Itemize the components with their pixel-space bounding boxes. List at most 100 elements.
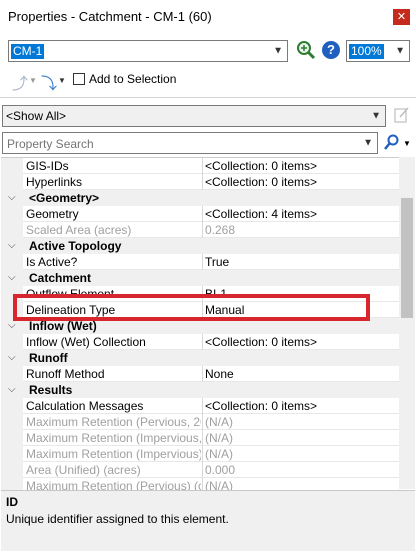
element-selector-value: CM-1 (11, 44, 45, 59)
column-divider (202, 158, 203, 174)
property-row[interactable]: Scaled Area (acres) 0.268 (1, 222, 399, 238)
description-title: ID (6, 495, 18, 509)
row-gutter (1, 430, 23, 446)
row-gutter (1, 478, 23, 490)
property-value[interactable]: (N/A) (205, 478, 399, 490)
column-divider (202, 334, 203, 350)
property-row[interactable]: Runoff Method None (1, 366, 399, 382)
property-row[interactable]: Maximum Retention (Impervious, 2 (N/A) (1, 430, 399, 446)
column-divider (202, 254, 203, 270)
collapse-icon[interactable]: ⌵ (8, 190, 16, 206)
row-gutter (1, 334, 23, 350)
collapse-icon[interactable]: ⌵ (8, 238, 16, 254)
property-row[interactable]: Maximum Retention (Impervious) ((N/A) (1, 446, 399, 462)
element-selector[interactable]: CM-1 ▼ (8, 40, 288, 62)
property-value[interactable]: None (205, 366, 399, 382)
column-divider (202, 206, 203, 222)
property-row[interactable]: GIS-IDs <Collection: 0 items> (1, 158, 399, 174)
property-name: GIS-IDs (26, 159, 69, 173)
collapse-icon[interactable]: ⌵ (8, 382, 16, 398)
highlight-box (13, 294, 370, 321)
edit-icon (394, 106, 410, 124)
property-value[interactable]: 0.000 (205, 462, 399, 478)
row-gutter (1, 414, 23, 430)
divider (0, 97, 416, 98)
chevron-down-icon[interactable]: ▼ (29, 76, 37, 85)
column-divider (202, 222, 203, 238)
navigate-down-icon[interactable]: ⤵ (41, 70, 57, 94)
row-gutter (1, 222, 23, 238)
zoom-to-icon[interactable] (296, 40, 316, 60)
property-row[interactable]: Maximum Retention (Pervious, 20 p (N/A) (1, 414, 399, 430)
chevron-down-icon: ▼ (363, 137, 373, 149)
row-gutter (1, 446, 23, 462)
property-value[interactable]: (N/A) (205, 430, 399, 446)
zoom-select[interactable]: 100% ▼ (346, 40, 410, 62)
chevron-down-icon[interactable]: ▼ (58, 76, 66, 85)
category-row[interactable]: ⌵ Catchment (1, 270, 399, 286)
scrollbar-thumb[interactable] (401, 198, 413, 318)
property-search-input[interactable] (5, 135, 359, 153)
row-gutter (1, 158, 23, 174)
property-row[interactable]: Inflow (Wet) Collection <Collection: 0 it… (1, 334, 399, 350)
add-to-selection-label: Add to Selection (89, 72, 177, 86)
chevron-down-icon: ▼ (273, 45, 283, 57)
column-divider (202, 446, 203, 462)
property-value[interactable]: <Collection: 0 items> (205, 334, 399, 350)
chevron-down-icon: ▼ (395, 45, 405, 57)
property-value[interactable]: <Collection: 0 items> (205, 174, 399, 190)
column-divider (202, 366, 203, 382)
property-value[interactable]: True (205, 254, 399, 270)
property-value[interactable]: <Collection: 0 items> (205, 398, 399, 414)
property-name: Hyperlinks (26, 175, 83, 189)
property-name: Area (Unified) (acres) (26, 463, 141, 477)
collapse-icon[interactable]: ⌵ (8, 350, 16, 366)
description-text: Unique identifier assigned to this eleme… (6, 512, 229, 526)
category-label: Catchment (29, 271, 92, 285)
property-name: Maximum Retention (Pervious, 20 p (26, 415, 201, 429)
property-row[interactable]: Calculation Messages <Collection: 0 items… (1, 398, 399, 414)
property-value[interactable]: (N/A) (205, 446, 399, 462)
property-grid: GIS-IDs <Collection: 0 items> Hyperlinks <C… (1, 157, 399, 490)
property-name: Inflow (Wet) Collection (26, 335, 146, 349)
filter-value: <Show All> (6, 109, 67, 123)
filter-select[interactable]: <Show All> ▼ (2, 105, 386, 127)
category-row[interactable]: ⌵ Active Topology (1, 238, 399, 254)
property-row[interactable]: Maximum Retention (Pervious) (cm (N/A) (1, 478, 399, 490)
property-row[interactable]: Geometry <Collection: 4 items> (1, 206, 399, 222)
property-name: Maximum Retention (Impervious, 2 (26, 431, 201, 445)
row-gutter (1, 366, 23, 382)
search-icon[interactable] (384, 134, 400, 152)
property-value[interactable]: <Collection: 0 items> (205, 158, 399, 174)
help-icon[interactable]: ? (322, 41, 340, 59)
column-divider (202, 414, 203, 430)
property-row[interactable]: Hyperlinks <Collection: 0 items> (1, 174, 399, 190)
property-name: Maximum Retention (Pervious) (cm (26, 479, 201, 490)
property-value[interactable]: 0.268 (205, 222, 399, 238)
column-divider (202, 462, 203, 478)
property-row[interactable]: Area (Unified) (acres) 0.000 (1, 462, 399, 478)
collapse-icon[interactable]: ⌵ (8, 270, 16, 286)
window-title: Properties - Catchment - CM-1 (60) (8, 9, 212, 24)
category-row[interactable]: ⌵ Runoff (1, 350, 399, 366)
navigate-up-icon[interactable]: ⤴ (12, 70, 28, 94)
category-label: Active Topology (29, 239, 122, 253)
property-row[interactable]: Is Active? True (1, 254, 399, 270)
property-value[interactable]: (N/A) (205, 414, 399, 430)
property-search[interactable]: ▼ (2, 132, 378, 154)
column-divider (202, 430, 203, 446)
add-to-selection-checkbox[interactable] (73, 73, 85, 85)
zoom-value: 100% (349, 44, 384, 59)
row-gutter (1, 254, 23, 270)
category-row[interactable]: ⌵ Results (1, 382, 399, 398)
chevron-down-icon[interactable]: ▼ (403, 139, 411, 148)
row-gutter (1, 206, 23, 222)
property-name: Calculation Messages (26, 399, 144, 413)
close-icon[interactable]: ✕ (393, 9, 410, 25)
column-divider (202, 174, 203, 190)
property-name: Geometry (26, 207, 79, 221)
column-divider (202, 478, 203, 490)
category-label: Runoff (29, 351, 68, 365)
property-value[interactable]: <Collection: 4 items> (205, 206, 399, 222)
category-row[interactable]: ⌵ <Geometry> (1, 190, 399, 206)
